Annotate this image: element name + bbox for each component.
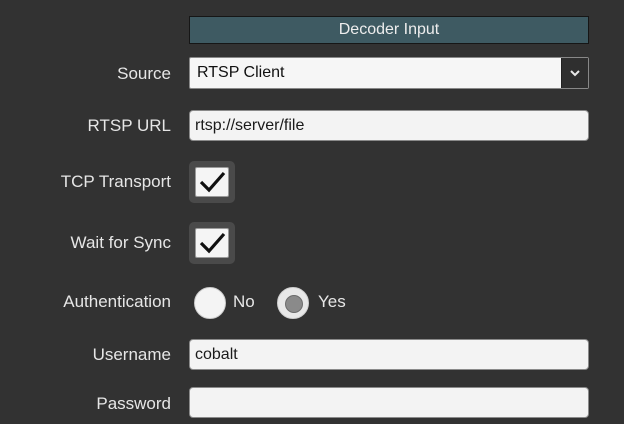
tcp-transport-label: TCP Transport <box>60 172 171 191</box>
wait-for-sync-checkbox[interactable] <box>189 222 235 264</box>
authentication-label: Authentication <box>63 292 171 311</box>
rtsp-url-input[interactable] <box>189 110 589 141</box>
section-header: Decoder Input <box>189 16 589 44</box>
password-label: Password <box>96 394 171 413</box>
source-label: Source <box>117 64 171 83</box>
password-input[interactable] <box>189 387 589 418</box>
authentication-no-label: No <box>233 292 255 311</box>
username-input[interactable] <box>189 339 589 370</box>
checkmark-icon <box>199 232 226 254</box>
tcp-transport-checkbox[interactable] <box>189 161 235 203</box>
authentication-yes-label: Yes <box>318 292 346 311</box>
source-select-value: RTSP Client <box>197 64 285 81</box>
decoder-input-panel: Decoder Input Source RTSP Client RTSP UR… <box>0 0 624 424</box>
source-select[interactable]: RTSP Client <box>189 57 589 89</box>
authentication-no-radio[interactable] <box>194 287 226 319</box>
username-label: Username <box>92 345 171 364</box>
authentication-yes-radio[interactable] <box>277 287 309 319</box>
chevron-down-icon <box>570 70 580 77</box>
checkmark-icon <box>199 171 226 193</box>
wait-for-sync-label: Wait for Sync <box>70 233 171 252</box>
source-dropdown-button[interactable] <box>561 58 588 88</box>
rtsp-url-label: RTSP URL <box>87 116 171 135</box>
